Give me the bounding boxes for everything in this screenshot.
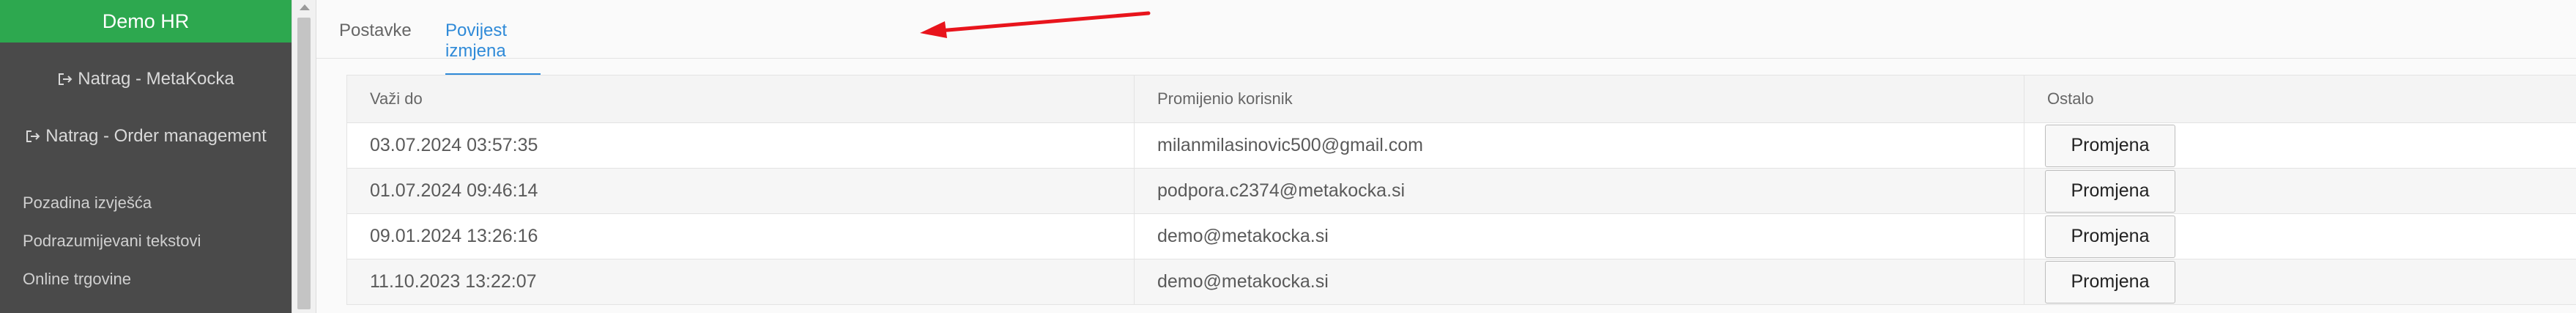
valid-until-cell: 03.07.2024 03:57:35 [346,122,1135,169]
back-link-label: Natrag - Order management [45,126,267,146]
annotation-arrow-icon [920,11,1151,38]
back-to-order-management-link[interactable]: Natrag - Order management [0,126,292,147]
sidebar-menu: Pozadina izvješća Podrazumijevani teksto… [0,194,292,289]
change-button[interactable]: Promjena [2045,215,2175,258]
changed-by-cell: milanmilasinovic500@gmail.com [1134,122,2024,169]
sign-out-icon [25,128,41,144]
brand-title: Demo HR [102,10,190,32]
main-content: Postavke Povijest izmjena Važi do Promij… [316,0,2576,313]
table-row: 03.07.2024 03:57:35 milanmilasinovic500@… [346,122,2576,169]
changed-by-cell: demo@metakocka.si [1134,259,2024,305]
changed-by-cell: demo@metakocka.si [1134,213,2024,259]
table-header-row: Važi do Promijenio korisnik Ostalo [346,75,2576,123]
change-button[interactable]: Promjena [2045,260,2175,303]
brand-header: Demo HR [0,0,292,43]
sidebar-item-online-stores[interactable]: Online trgovine [23,270,292,289]
sidebar-item-default-texts[interactable]: Podrazumijevani tekstovi [23,232,292,251]
scrollbar-thumb[interactable] [297,18,311,309]
app-window: Demo HR Natrag - MetaKocka Natrag - Orde… [0,0,2576,313]
tab-change-history[interactable]: Povijest izmjena [445,21,541,76]
column-header-other: Ostalo [2024,75,2576,123]
scroll-up-arrow-icon[interactable] [300,4,310,10]
actions-cell: Promjena [2024,259,2576,305]
history-table: Važi do Promijenio korisnik Ostalo 03.07… [346,75,2576,305]
valid-until-cell: 09.01.2024 13:26:16 [346,213,1135,259]
change-button[interactable]: Promjena [2045,169,2175,213]
table-row: 11.10.2023 13:22:07 demo@metakocka.si Pr… [346,259,2576,305]
table-row: 01.07.2024 09:46:14 podpora.c2374@metako… [346,168,2576,214]
tab-bar: Postavke Povijest izmjena [316,0,2576,76]
change-button[interactable]: Promjena [2045,124,2175,167]
actions-cell: Promjena [2024,122,2576,169]
sidebar-scrollbar[interactable] [292,0,316,313]
actions-cell: Promjena [2024,213,2576,259]
column-header-valid-until[interactable]: Važi do [346,75,1135,123]
history-table-container: Važi do Promijenio korisnik Ostalo 03.07… [346,75,2576,313]
sidebar-item-report-background[interactable]: Pozadina izvješća [23,194,292,213]
sidebar: Demo HR Natrag - MetaKocka Natrag - Orde… [0,0,292,313]
back-link-label: Natrag - MetaKocka [78,69,234,89]
column-header-changed-by[interactable]: Promijenio korisnik [1134,75,2024,123]
back-to-metakocka-link[interactable]: Natrag - MetaKocka [0,69,292,89]
valid-until-cell: 01.07.2024 09:46:14 [346,168,1135,214]
tab-settings[interactable]: Postavke [339,21,412,41]
table-row: 09.01.2024 13:26:16 demo@metakocka.si Pr… [346,213,2576,259]
sign-out-icon [57,71,73,87]
valid-until-cell: 11.10.2023 13:22:07 [346,259,1135,305]
actions-cell: Promjena [2024,168,2576,214]
changed-by-cell: podpora.c2374@metakocka.si [1134,168,2024,214]
